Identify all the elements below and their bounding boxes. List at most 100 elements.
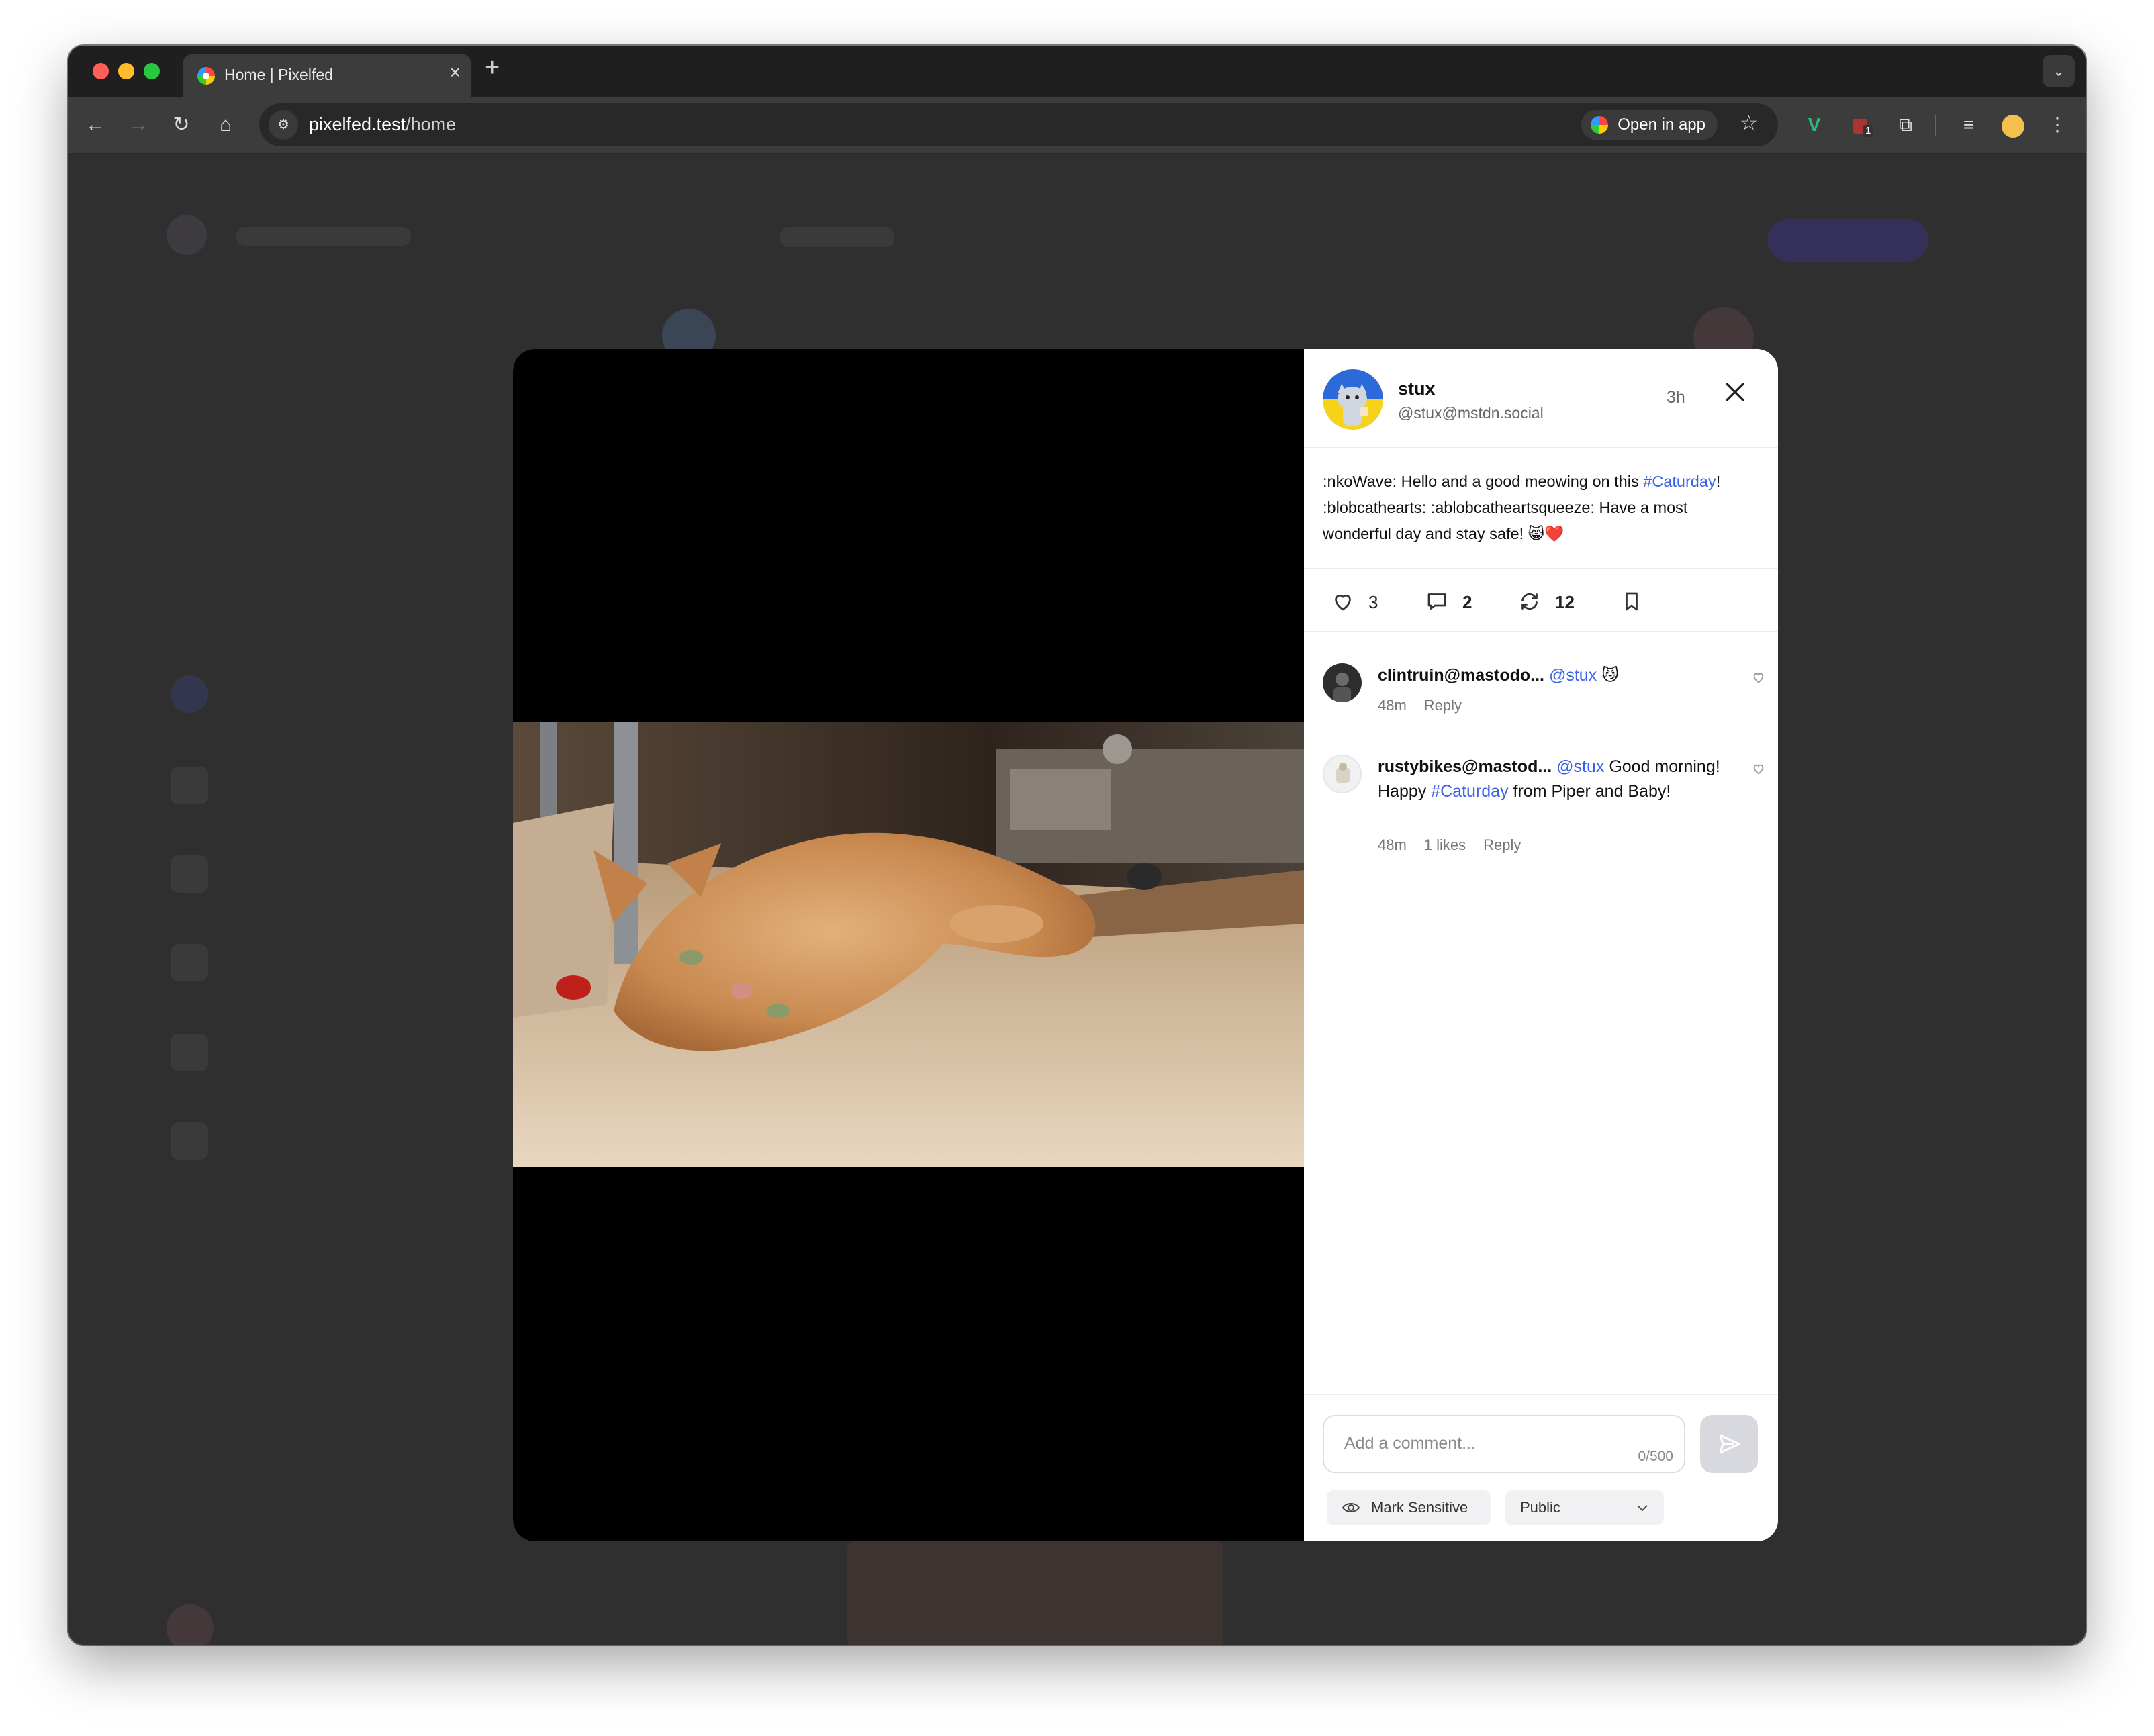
browser-tab[interactable]: Home | Pixelfed × (183, 54, 471, 97)
comment-heart-icon[interactable] (1751, 761, 1766, 776)
comment-mention-link[interactable]: @stux (1556, 757, 1604, 776)
close-tab-icon[interactable]: × (450, 63, 461, 82)
comment-mention-link[interactable]: @stux (1549, 666, 1597, 685)
close-window-button[interactable] (93, 63, 109, 79)
browser-toolbar: ← → ↻ ⌂ ⚙ pixelfed.test/home Open in app… (68, 97, 2086, 154)
comment-username[interactable]: clintruin@mastodo... (1378, 666, 1544, 685)
url-text[interactable]: pixelfed.test/home (309, 114, 456, 135)
comment-count: 2 (1462, 592, 1472, 612)
open-in-app-button[interactable]: Open in app (1581, 110, 1718, 140)
browser-menu-icon[interactable]: ⋮ (2043, 110, 2072, 140)
minimize-window-button[interactable] (118, 63, 134, 79)
commenter-avatar[interactable] (1323, 755, 1362, 793)
sidebar-icon-placeholder (171, 767, 208, 804)
comment-input[interactable]: Add a comment... 0/500 (1323, 1415, 1685, 1473)
new-post-button-placeholder (1767, 219, 1928, 262)
sidebar-icon-placeholder (171, 944, 208, 981)
chevron-down-icon (1637, 1505, 1648, 1512)
send-icon (1719, 1434, 1740, 1454)
cat-avatar-icon (1338, 384, 1368, 426)
close-icon[interactable] (1722, 379, 1748, 405)
vue-devtools-extension-icon[interactable]: V (1799, 110, 1829, 140)
pixelfed-favicon-icon (197, 67, 215, 85)
pixelfed-app-icon (1591, 116, 1609, 134)
post-photo[interactable] (513, 722, 1304, 1167)
tab-search-chevron-icon[interactable]: ⌄ (2043, 55, 2075, 87)
open-in-app-label: Open in app (1618, 115, 1705, 134)
mark-sensitive-label: Mark Sensitive (1371, 1499, 1468, 1516)
maximize-window-button[interactable] (144, 63, 160, 79)
media-controls-icon[interactable]: ≡ (1954, 110, 1983, 140)
url-path: /home (406, 114, 457, 134)
mark-sensitive-button[interactable]: Mark Sensitive (1327, 1490, 1491, 1525)
reply-button[interactable]: Reply (1424, 697, 1462, 714)
caption-hashtag-link[interactable]: #Caturday (1643, 473, 1716, 490)
post-details-panel: stux @stux@mstdn.social 3h :nkoWave: Hel… (1304, 349, 1778, 1541)
extension-badge: 1 (1863, 125, 1874, 137)
feed-image-placeholder (847, 1541, 1223, 1645)
comment-text: clintruin@mastodo... @stux 😼 (1378, 663, 1727, 688)
like-button[interactable]: 3 (1331, 589, 1385, 614)
toolbar-divider (1935, 115, 1936, 136)
feed-tab-placeholder (780, 227, 894, 247)
avatar-image (1333, 673, 1351, 702)
post-modal: stux @stux@mstdn.social 3h :nkoWave: Hel… (513, 349, 1778, 1541)
new-tab-button[interactable]: + (485, 55, 500, 81)
site-name-placeholder (236, 227, 411, 246)
browser-window: Home | Pixelfed × + ⌄ ← → ↻ ⌂ ⚙ pixelfed… (68, 46, 2086, 1645)
post-caption: :nkoWave: Hello and a good meowing on th… (1323, 469, 1759, 547)
comment-username[interactable]: rustybikes@mastod... (1378, 757, 1552, 776)
repeat-icon (1521, 593, 1538, 610)
share-button[interactable]: 12 (1517, 589, 1585, 614)
avatar-image (1336, 763, 1350, 783)
share-count: 12 (1555, 592, 1575, 612)
bookmark-button[interactable] (1620, 589, 1646, 614)
comment-likes[interactable]: 1 likes (1424, 836, 1466, 853)
comment-bubble-icon (1427, 593, 1446, 610)
comment-meta: 48m Reply (1378, 697, 1479, 714)
send-button[interactable] (1700, 1415, 1758, 1473)
site-info-icon[interactable]: ⚙ (269, 110, 298, 140)
post-media-area (513, 349, 1304, 1541)
extensions-puzzle-icon[interactable]: ⧉ (1891, 110, 1920, 140)
comment-heart-icon[interactable] (1751, 670, 1766, 685)
post-time: 3h (1667, 388, 1685, 407)
home-icon[interactable]: ⌂ (212, 111, 239, 138)
author-handle[interactable]: @stux@mstdn.social (1398, 404, 1544, 422)
comment-placeholder: Add a comment... (1344, 1434, 1476, 1453)
comment-content: 😼 (1597, 666, 1620, 685)
reply-button[interactable]: Reply (1483, 836, 1521, 853)
heart-icon (1335, 594, 1351, 611)
browser-titlebar: Home | Pixelfed × + ⌄ (68, 46, 2086, 97)
comment-item: rustybikes@mastod... @stux Good morning!… (1323, 755, 1766, 869)
comment-composer: Add a comment... 0/500 Mark Sensitive Pu… (1304, 1394, 1778, 1541)
author-name[interactable]: stux (1398, 379, 1436, 399)
comment-text: rustybikes@mastod... @stux Good morning!… (1378, 755, 1727, 804)
comment-hashtag-link[interactable]: #Caturday (1431, 782, 1508, 801)
post-header: stux @stux@mstdn.social 3h (1304, 349, 1778, 448)
comment-content-end: from Piper and Baby! (1508, 782, 1671, 801)
post-actions-bar: 3 2 12 (1304, 568, 1778, 632)
author-avatar[interactable] (1323, 369, 1383, 430)
url-host: pixelfed.test (309, 114, 406, 134)
address-bar[interactable]: ⚙ pixelfed.test/home Open in app ☆ (259, 103, 1778, 146)
like-count: 3 (1368, 592, 1378, 612)
visibility-select[interactable]: Public (1505, 1490, 1664, 1525)
forward-arrow-icon[interactable]: → (125, 111, 152, 138)
user-avatar-placeholder (167, 1604, 214, 1645)
comment-item: clintruin@mastodo... @stux 😼 48m Reply (1323, 663, 1766, 730)
cat-photo-image (513, 722, 1304, 1167)
bookmark-star-icon[interactable]: ☆ (1740, 111, 1758, 135)
reload-icon[interactable]: ↻ (168, 111, 195, 138)
sidebar-icon-placeholder (171, 675, 208, 713)
comment-button[interactable]: 2 (1425, 589, 1479, 614)
commenter-avatar[interactable] (1323, 663, 1362, 702)
comment-meta: 48m 1 likes Reply (1378, 836, 1538, 854)
profile-avatar[interactable] (1998, 110, 2028, 140)
comment-time: 48m (1378, 697, 1407, 714)
back-arrow-icon[interactable]: ← (82, 111, 109, 138)
bookmark-icon (1626, 592, 1638, 611)
tab-title: Home | Pixelfed (224, 66, 333, 83)
extension-icon[interactable]: 1 (1845, 110, 1875, 140)
character-counter: 0/500 (1638, 1449, 1673, 1464)
